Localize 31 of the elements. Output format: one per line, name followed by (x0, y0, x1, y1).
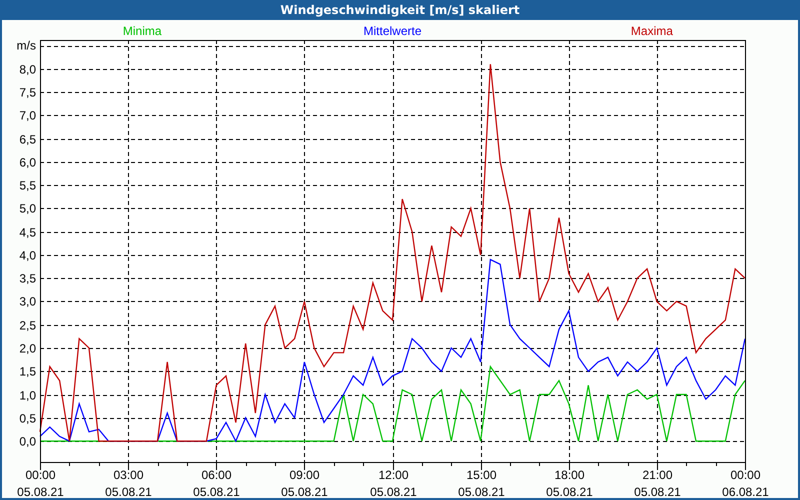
axis-tick-label: 00:00 06.08.21 (722, 468, 769, 498)
legend-label: Minima (122, 24, 162, 38)
axis-tick-label: 2,0 (19, 342, 36, 356)
axis-tick-label: 3,5 (19, 272, 36, 286)
axis-tick-label: 15:00 05.08.21 (458, 468, 505, 498)
axis-tick-label: 1,0 (19, 388, 36, 402)
window-title: Windgeschwindigkeit [m/s] skaliert (0, 0, 800, 20)
axis-tick-label: 0,5 (19, 412, 36, 426)
axis-tick-label: 0,0 (19, 434, 36, 448)
axis-tick-label: 7,0 (19, 108, 36, 122)
axis-tick-label: 1,5 (19, 364, 36, 378)
axis-tick-label: 6,5 (19, 132, 36, 146)
axis-tick-label: 06:00 05.08.21 (193, 468, 240, 498)
axis-tick-label: 2,5 (19, 318, 36, 332)
axis-tick-label: 7,5 (19, 86, 36, 100)
axis-tick-label: 21:00 05.08.21 (634, 468, 681, 498)
axis-tick-label: 00:00 05.08.21 (17, 468, 64, 498)
axis-tick-label: 3,0 (19, 294, 36, 308)
axis-tick-label: 5,5 (19, 178, 36, 192)
axis-tick-label: 4,0 (19, 248, 36, 262)
axis-tick-label: 6,0 (19, 156, 36, 170)
axis-label: m/s (16, 38, 36, 53)
legend-label: Maxima (630, 24, 673, 38)
axis-tick-label: 5,0 (19, 202, 36, 216)
axis-tick-label: 18:00 05.08.21 (546, 468, 593, 498)
axis-tick-label: 4,5 (19, 226, 36, 240)
axis-tick-label: 09:00 05.08.21 (281, 468, 328, 498)
axis-tick-label: 12:00 05.08.21 (370, 468, 417, 498)
axis-tick-label: 03:00 05.08.21 (105, 468, 152, 498)
legend-label: Mittelwerte (364, 24, 422, 38)
axis-tick-label: 8,0 (19, 62, 36, 76)
